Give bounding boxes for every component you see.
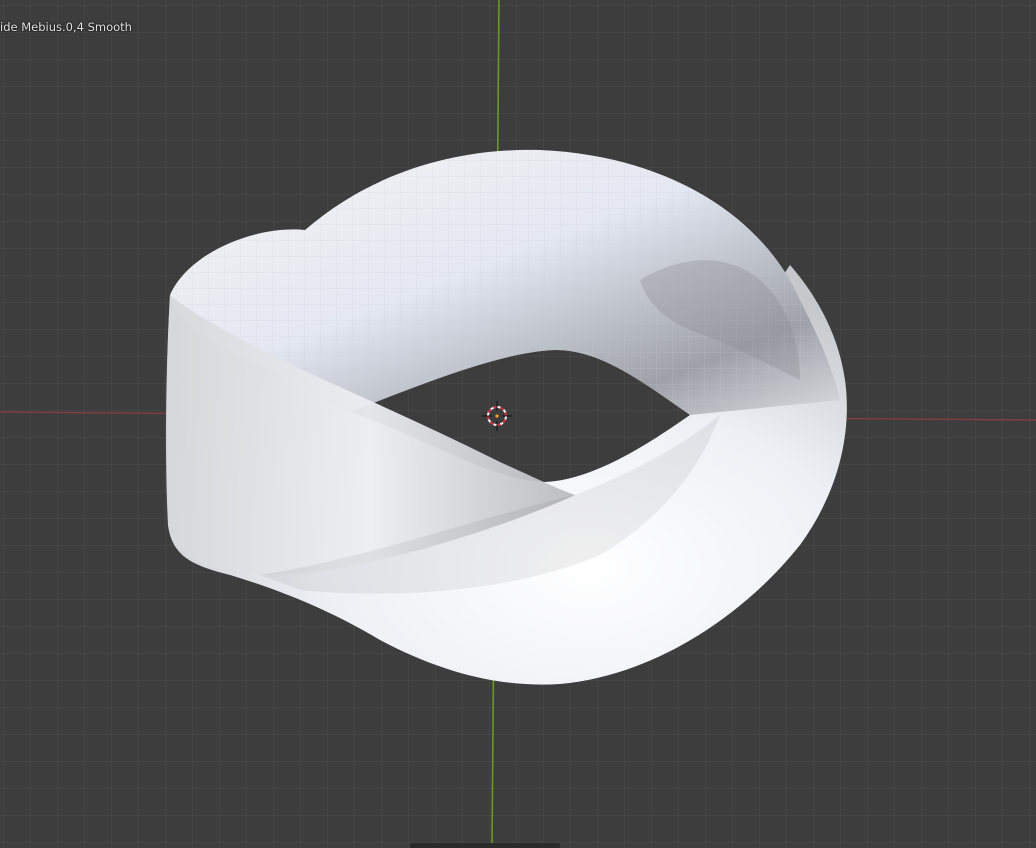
viewport-bottom-header-edge xyxy=(410,843,560,848)
viewport-scene[interactable] xyxy=(0,0,1036,848)
active-object-label: ide Mebius.0,4 Smooth xyxy=(0,20,132,34)
3d-viewport[interactable]: ide Mebius.0,4 Smooth xyxy=(0,0,1036,848)
